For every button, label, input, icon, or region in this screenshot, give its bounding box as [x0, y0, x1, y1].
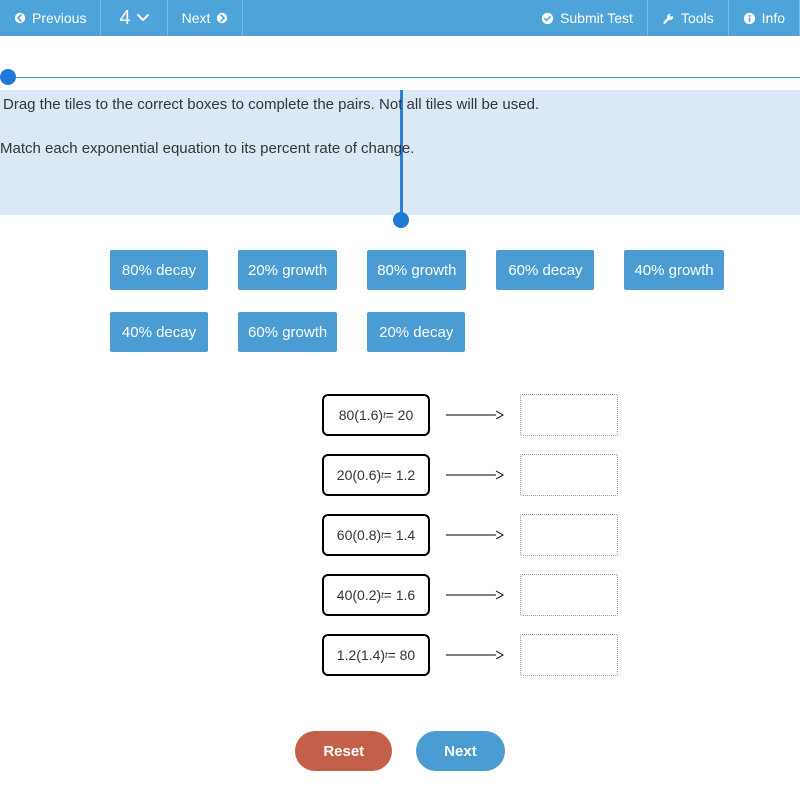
drop-target[interactable]	[520, 454, 618, 496]
annotation-dot[interactable]	[393, 212, 409, 228]
arrow-right-icon	[446, 469, 504, 481]
tools-label: Tools	[681, 10, 714, 26]
match-rows: 80(1.6)t = 20 20(0.6)t = 1.2 60(0.8)t = 1.…	[322, 394, 618, 676]
arrow-right-icon	[446, 649, 504, 661]
chevron-down-icon	[137, 14, 149, 22]
info-icon	[743, 12, 756, 25]
tools-button[interactable]: Tools	[648, 0, 729, 36]
next-button[interactable]: Next	[168, 0, 244, 36]
equation-box: 20(0.6)t = 1.2	[322, 454, 430, 496]
submit-test-button[interactable]: Submit Test	[527, 0, 648, 36]
equation-box: 40(0.2)t = 1.6	[322, 574, 430, 616]
question-number-dropdown[interactable]: 4	[101, 0, 167, 36]
arrow-right-icon	[446, 529, 504, 541]
tile-row-1: 80% decay 20% growth 80% growth 60% deca…	[110, 250, 750, 290]
annotation-line	[0, 77, 800, 78]
equation-box: 80(1.6)t = 20	[322, 394, 430, 436]
drop-target[interactable]	[520, 394, 618, 436]
reset-button[interactable]: Reset	[295, 731, 392, 771]
tile[interactable]: 60% growth	[238, 312, 337, 352]
match-row: 60(0.8)t = 1.4	[322, 514, 618, 556]
tiles-container: 80% decay 20% growth 80% growth 60% deca…	[110, 250, 750, 374]
tile[interactable]: 20% decay	[367, 312, 465, 352]
tile[interactable]: 60% decay	[496, 250, 594, 290]
match-row: 1.2(1.4)t = 80	[322, 634, 618, 676]
previous-label: Previous	[32, 10, 86, 26]
info-label: Info	[762, 10, 785, 26]
tile[interactable]: 80% decay	[110, 250, 208, 290]
equation-box: 1.2(1.4)t = 80	[322, 634, 430, 676]
match-row: 40(0.2)t = 1.6	[322, 574, 618, 616]
instruction-line-2: Match each exponential equation to its p…	[0, 140, 414, 157]
next-label: Next	[182, 10, 211, 26]
tile-row-2: 40% decay 60% growth 20% decay	[110, 312, 750, 352]
arrow-right-icon	[446, 409, 504, 421]
tile[interactable]: 40% growth	[624, 250, 723, 290]
button-bar: Reset Next	[0, 731, 800, 771]
tile[interactable]: 80% growth	[367, 250, 466, 290]
question-number: 4	[119, 7, 130, 30]
check-circle-icon	[541, 12, 554, 25]
annotation-dot[interactable]	[0, 69, 16, 85]
submit-label: Submit Test	[560, 10, 633, 26]
drop-target[interactable]	[520, 514, 618, 556]
info-button[interactable]: Info	[729, 0, 800, 36]
tile[interactable]: 40% decay	[110, 312, 208, 352]
drop-target[interactable]	[520, 634, 618, 676]
wrench-icon	[662, 12, 675, 25]
arrow-right-icon	[446, 589, 504, 601]
match-row: 80(1.6)t = 20	[322, 394, 618, 436]
next-step-button[interactable]: Next	[416, 731, 505, 771]
equation-box: 60(0.8)t = 1.4	[322, 514, 430, 556]
chevron-left-icon	[14, 12, 26, 24]
top-nav: Previous 4 Next Submit Test Tools Info	[0, 0, 800, 36]
drop-target[interactable]	[520, 574, 618, 616]
previous-button[interactable]: Previous	[0, 0, 101, 36]
tile[interactable]: 20% growth	[238, 250, 337, 290]
chevron-right-icon	[216, 12, 228, 24]
match-row: 20(0.6)t = 1.2	[322, 454, 618, 496]
instruction-line-1: Drag the tiles to the correct boxes to c…	[3, 96, 539, 113]
